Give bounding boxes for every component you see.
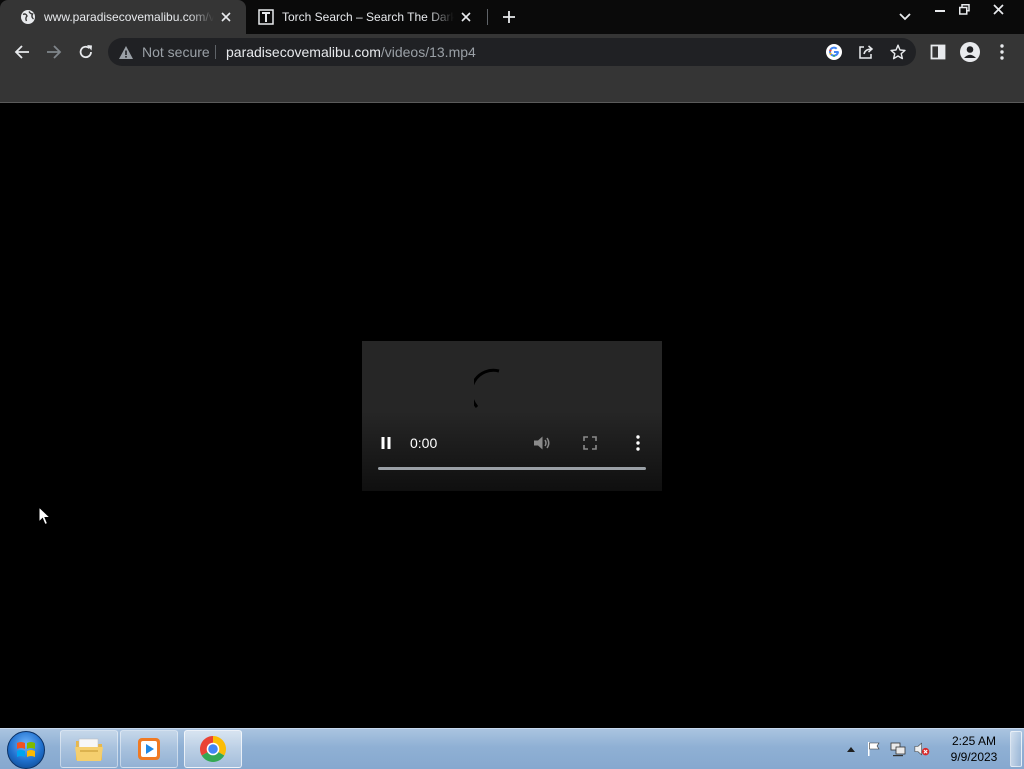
volume-muted-icon[interactable] bbox=[914, 741, 930, 757]
reload-button[interactable] bbox=[70, 36, 102, 68]
google-lens-icon[interactable] bbox=[824, 42, 844, 62]
tab-video[interactable]: www.paradisecovemalibu.com/videos/13.mp4 bbox=[0, 0, 246, 34]
close-window-button[interactable] bbox=[978, 0, 1018, 18]
chevron-up-icon bbox=[847, 747, 855, 752]
taskbar-google-chrome[interactable] bbox=[184, 730, 242, 768]
show-desktop-button[interactable] bbox=[1010, 731, 1022, 767]
clock-time: 2:25 AM bbox=[951, 734, 997, 748]
menu-button[interactable] bbox=[986, 36, 1018, 68]
restore-button[interactable] bbox=[952, 0, 976, 18]
mouse-cursor-icon bbox=[38, 506, 51, 526]
bookmarks-bar bbox=[0, 70, 1024, 103]
fullscreen-button[interactable] bbox=[578, 431, 602, 455]
url-host: paradisecovemalibu.com bbox=[226, 44, 381, 60]
globe-icon bbox=[20, 9, 36, 25]
new-tab-button[interactable] bbox=[499, 7, 519, 27]
side-panel-button[interactable] bbox=[922, 36, 954, 68]
fullscreen-icon bbox=[583, 436, 597, 450]
taskbar-windows-media-player[interactable] bbox=[120, 730, 178, 768]
mute-button[interactable] bbox=[530, 431, 554, 455]
page-content: 0:00 bbox=[0, 103, 1024, 728]
show-hidden-icons-button[interactable] bbox=[843, 741, 859, 757]
volume-icon bbox=[534, 436, 550, 450]
chrome-icon bbox=[199, 736, 227, 763]
video-options-button[interactable] bbox=[626, 431, 650, 455]
tab-torch-search[interactable]: Torch Search – Search The Dark Net bbox=[248, 0, 486, 34]
share-icon[interactable] bbox=[856, 42, 876, 62]
omnibox-divider bbox=[215, 45, 216, 59]
tab-separator bbox=[487, 9, 488, 25]
controls-gradient bbox=[362, 411, 662, 491]
tab-close-icon[interactable] bbox=[458, 9, 474, 25]
warning-icon[interactable] bbox=[118, 44, 134, 60]
kebab-menu-icon bbox=[636, 435, 640, 451]
arrow-right-icon bbox=[47, 45, 62, 59]
tab-title: Torch Search – Search The Dark Net bbox=[282, 10, 454, 24]
pause-icon bbox=[381, 437, 391, 449]
kebab-menu-icon bbox=[1000, 44, 1004, 60]
address-bar[interactable]: Not secure paradisecovemalibu.com/videos… bbox=[108, 38, 916, 66]
side-panel-icon bbox=[930, 44, 946, 60]
reload-icon bbox=[79, 45, 92, 58]
video-current-time: 0:00 bbox=[410, 435, 438, 451]
chevron-down-icon bbox=[899, 13, 911, 21]
profile-button[interactable] bbox=[954, 36, 986, 68]
pause-button[interactable] bbox=[374, 431, 398, 455]
plus-icon bbox=[503, 11, 515, 23]
minimize-icon bbox=[935, 10, 945, 12]
clock-date: 9/9/2023 bbox=[950, 750, 998, 764]
torch-favicon-icon bbox=[258, 9, 274, 25]
tab-close-icon[interactable] bbox=[218, 9, 234, 25]
folder-icon bbox=[75, 738, 103, 761]
media-player-icon bbox=[138, 738, 160, 760]
loading-spinner-icon bbox=[474, 368, 500, 409]
tab-search-button[interactable] bbox=[895, 7, 915, 27]
system-clock[interactable]: 2:25 AM 9/9/2023 bbox=[946, 733, 1002, 765]
windows-logo-icon bbox=[17, 742, 35, 757]
video-timeline[interactable] bbox=[378, 467, 646, 470]
network-icon[interactable] bbox=[890, 741, 906, 757]
back-button[interactable] bbox=[6, 36, 38, 68]
minimize-button[interactable] bbox=[928, 0, 952, 18]
taskbar-windows-explorer[interactable] bbox=[60, 730, 118, 768]
tab-title: www.paradisecovemalibu.com/videos/13.mp4 bbox=[44, 10, 214, 24]
close-icon bbox=[992, 3, 1004, 15]
forward-button[interactable] bbox=[38, 36, 70, 68]
browser-toolbar: Not secure paradisecovemalibu.com/videos… bbox=[0, 34, 1024, 70]
bookmark-star-icon[interactable] bbox=[888, 42, 908, 62]
security-label[interactable]: Not secure bbox=[142, 44, 210, 60]
avatar-icon bbox=[960, 42, 980, 62]
url-text[interactable]: paradisecovemalibu.com/videos/13.mp4 bbox=[226, 44, 476, 60]
taskbar: 2:25 AM 9/9/2023 bbox=[0, 728, 1024, 769]
arrow-left-icon bbox=[14, 45, 29, 59]
start-button[interactable] bbox=[7, 731, 45, 769]
restore-icon bbox=[958, 3, 970, 15]
url-path: /videos/13.mp4 bbox=[380, 44, 476, 60]
video-player[interactable]: 0:00 bbox=[362, 341, 662, 491]
action-center-flag-icon[interactable] bbox=[866, 741, 882, 757]
tab-strip: www.paradisecovemalibu.com/videos/13.mp4… bbox=[0, 0, 1024, 34]
